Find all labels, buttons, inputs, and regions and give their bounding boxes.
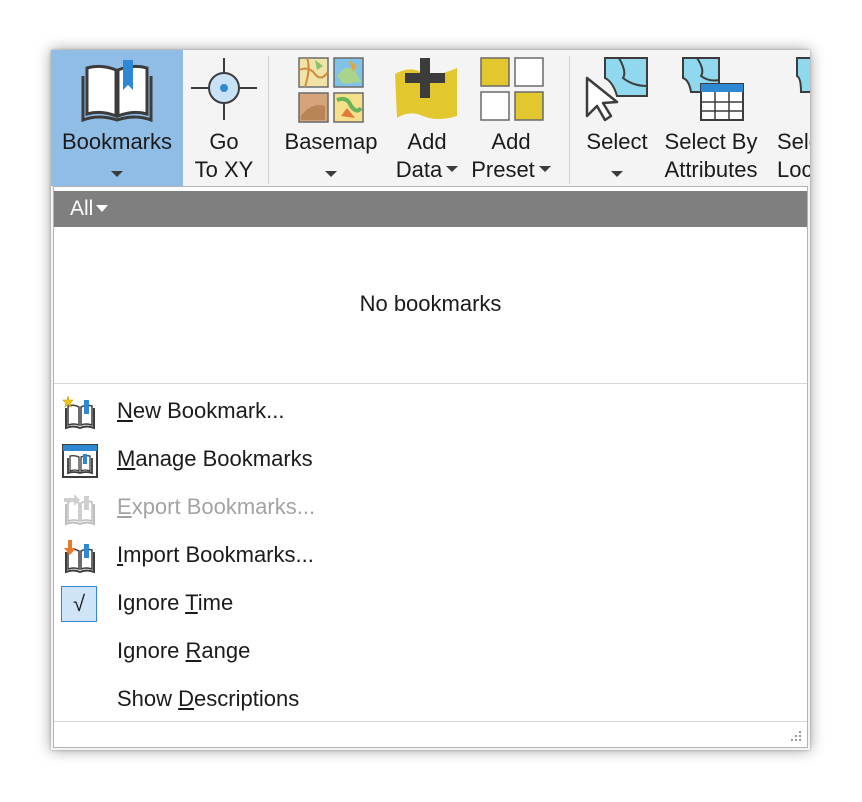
bookmarks-button[interactable]: Bookmarks <box>51 50 183 186</box>
menu-item-ignore-range[interactable]: Ignore Range <box>54 630 807 676</box>
import-bookmarks-icon <box>64 540 95 574</box>
go-to-xy-label-line2: To XY <box>194 157 254 182</box>
menu-item-export-bookmarks[interactable]: Export Bookmarks... <box>54 486 807 532</box>
empty-bookmarks-message: No bookmarks <box>359 291 502 316</box>
manage-bookmarks-icon <box>62 444 98 478</box>
import-bookmarks-label: Import Bookmarks... <box>117 542 314 567</box>
bookmarks-filter-bar: All <box>54 191 807 227</box>
add-preset-icon <box>480 57 544 121</box>
ignore-time-checkbox[interactable]: √ <box>61 586 97 622</box>
ignore-range-label: Ignore Range <box>117 638 251 663</box>
select-by-location-label-line1: Sele <box>777 129 810 154</box>
add-preset-label-line1: Add <box>491 129 531 154</box>
new-bookmark-label: New Bookmark... <box>117 398 285 423</box>
bookmarks-filter-dropdown[interactable]: All <box>70 194 109 224</box>
checkmark-icon: √ <box>72 591 86 616</box>
bookmarks-label: Bookmarks <box>61 129 173 154</box>
select-cursor-icon <box>585 57 648 122</box>
ribbon-group-separator <box>569 56 570 184</box>
resize-grip-icon[interactable] <box>791 731 803 743</box>
select-by-attributes-button[interactable]: Select By Attributes <box>655 50 767 186</box>
bookmarks-dropdown-panel: All No bookmarks New Bookmark... Manage … <box>53 186 808 748</box>
add-preset-label-line2: Preset <box>471 157 535 182</box>
add-data-label-line1: Add <box>407 129 447 154</box>
menu-item-show-descriptions[interactable]: Show Descriptions <box>54 678 807 724</box>
chevron-down-icon <box>446 166 459 173</box>
show-descriptions-label: Show Descriptions <box>117 686 300 711</box>
menu-item-import-bookmarks[interactable]: Import Bookmarks... <box>54 534 807 580</box>
chevron-down-icon <box>111 171 123 177</box>
filter-label: All <box>70 197 94 220</box>
select-button[interactable]: Select <box>579 50 655 186</box>
bookmarks-book-icon <box>81 60 153 123</box>
menu-divider <box>54 383 807 384</box>
basemap-label: Basemap <box>284 129 378 154</box>
select-by-location-label-line2: Loc <box>777 157 810 182</box>
basemap-tiles-icon <box>298 57 364 123</box>
select-by-attributes-label-line2: Attributes <box>664 157 758 182</box>
new-bookmark-icon <box>62 396 95 430</box>
menu-divider <box>54 721 807 722</box>
ribbon-toolbar: Bookmarks Go To XY Basemap Add Data Add … <box>51 50 810 186</box>
add-data-icon <box>395 58 457 119</box>
basemap-button[interactable]: Basemap <box>275 50 387 186</box>
ribbon-group-separator <box>268 56 269 184</box>
add-data-button[interactable]: Add Data <box>387 50 467 186</box>
export-bookmarks-label: Export Bookmarks... <box>117 494 316 519</box>
menu-item-ignore-time[interactable]: √ Ignore Time <box>54 582 807 628</box>
select-location-icon <box>796 57 810 93</box>
crosshair-icon <box>191 58 257 120</box>
select-by-attributes-label-line1: Select By <box>664 129 758 154</box>
add-data-label-line2: Data <box>395 157 443 182</box>
export-bookmarks-icon <box>64 494 95 526</box>
menu-item-new-bookmark[interactable]: New Bookmark... <box>54 390 807 436</box>
manage-bookmarks-label: Manage Bookmarks <box>117 446 313 471</box>
select-by-location-button[interactable]: Sele Loc <box>767 50 810 186</box>
select-label: Select <box>586 129 648 154</box>
go-to-xy-button[interactable]: Go To XY <box>183 50 265 186</box>
chevron-down-icon <box>611 171 623 177</box>
ignore-time-label: Ignore Time <box>117 590 234 615</box>
app-window: Bookmarks Go To XY Basemap Add Data Add … <box>51 50 810 750</box>
select-table-icon <box>682 57 744 121</box>
chevron-down-icon <box>96 205 109 212</box>
menu-item-manage-bookmarks[interactable]: Manage Bookmarks <box>54 438 807 484</box>
go-to-xy-label-line1: Go <box>209 129 239 154</box>
chevron-down-icon <box>325 171 337 177</box>
add-preset-button[interactable]: Add Preset <box>469 50 553 186</box>
chevron-down-icon <box>538 166 551 173</box>
